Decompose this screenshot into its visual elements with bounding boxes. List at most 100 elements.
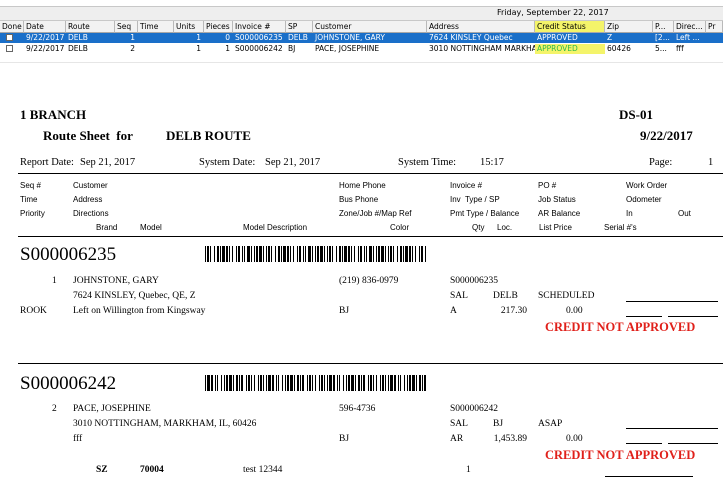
signature-line <box>626 428 718 429</box>
stop-job-status: SCHEDULED <box>538 291 595 301</box>
col-header-seq[interactable]: Seq <box>115 21 138 33</box>
legend-model-description: Model Description <box>243 223 308 232</box>
stop-invoice: S000006242 <box>450 404 499 414</box>
stop-directions: Left on Willington from Kingsway <box>73 306 206 316</box>
system-time: 15:17 <box>480 157 504 168</box>
date-banner: Friday, September 22, 2017 <box>0 6 723 21</box>
col-header-time[interactable]: Time <box>138 21 174 33</box>
legend-model: Model <box>140 223 162 232</box>
system-time-label: System Time: <box>398 157 457 168</box>
col-header-direc[interactable]: Direc... <box>674 21 706 33</box>
legend-color: Color <box>390 223 410 232</box>
cell-invoice: S000006235 <box>235 33 283 42</box>
invoice-barcode <box>205 375 429 391</box>
legend-directions: Directions <box>73 209 109 218</box>
cell-units: 1 <box>196 44 201 53</box>
credit-warning: CREDIT NOT APPROVED <box>545 320 696 334</box>
legend-customer: Customer <box>73 181 108 190</box>
legend-address: Address <box>73 195 103 204</box>
cell-p: [2... <box>655 33 670 42</box>
cell-time <box>138 33 174 43</box>
invoice-barcode <box>205 246 429 262</box>
report-date: Sep 21, 2017 <box>80 157 136 168</box>
stop-inv-type: SAL <box>450 419 468 429</box>
page-label: Page: <box>649 157 673 168</box>
legend-pmt-type: Pmt Type / Balance <box>450 209 520 218</box>
legend-brand: Brand <box>96 223 118 232</box>
in-line <box>626 316 662 317</box>
stop-balance: 1,453.89 <box>493 434 527 444</box>
item-brand: SZ <box>96 465 108 475</box>
col-header-pieces[interactable]: Pieces <box>204 21 233 33</box>
cell-seq: 2 <box>130 44 135 53</box>
legend-odometer: Odometer <box>626 195 662 204</box>
table-row[interactable]: 9/22/2017 DELB 1 1 0 S000006235 DELB JOH… <box>0 33 723 43</box>
cell-sp: DELB <box>288 33 308 42</box>
table-row[interactable]: 9/22/2017 DELB 2 1 1 S000006242 BJ PACE,… <box>0 44 723 54</box>
cell-zip: 60426 <box>607 44 631 53</box>
col-header-address[interactable]: Address <box>427 21 535 33</box>
item-model: 70004 <box>140 465 164 475</box>
cell-address: 3010 NOTTINGHAM MARKHAM <box>429 44 535 53</box>
stop-invoice-heading: S000006235 <box>20 244 117 265</box>
cell-credit-status: APPROVED <box>535 33 605 43</box>
cell-route: DELB <box>68 33 88 42</box>
route-date: 9/22/2017 <box>640 128 693 143</box>
col-header-units[interactable]: Units <box>174 21 204 33</box>
document-code: DS-01 <box>619 107 653 122</box>
out-line <box>668 316 718 317</box>
legend-zone: Zone/Job #/Map Ref <box>339 209 412 218</box>
legend-invoice: Invoice # <box>450 181 483 190</box>
col-header-customer[interactable]: Customer <box>313 21 427 33</box>
system-date: Sep 21, 2017 <box>265 157 321 168</box>
col-header-p[interactable]: P... <box>653 21 674 33</box>
stop-zone: BJ <box>339 434 350 444</box>
stop-customer: PACE, JOSEPHINE <box>73 404 151 414</box>
legend-in: In <box>626 209 633 218</box>
legend-list-price: List Price <box>539 223 572 232</box>
stop-ar-balance: 0.00 <box>566 306 583 316</box>
stop-directions: fff <box>73 434 83 444</box>
delivery-grid: Friday, September 22, 2017 Done Date Rou… <box>0 0 723 62</box>
col-header-date[interactable]: Date <box>24 21 66 33</box>
credit-warning: CREDIT NOT APPROVED <box>545 448 696 462</box>
stop-seq: 1 <box>52 276 57 286</box>
legend-time: Time <box>20 195 38 204</box>
col-header-sp[interactable]: SP <box>286 21 313 33</box>
cell-pieces: 1 <box>225 44 230 53</box>
legend-loc: Loc. <box>497 223 513 232</box>
cell-invoice: S000006242 <box>235 44 283 53</box>
stop-job-status: ASAP <box>538 419 563 429</box>
legend-ar-balance: AR Balance <box>538 209 581 218</box>
stop-invoice: S000006235 <box>450 276 499 286</box>
in-line <box>626 443 662 444</box>
cell-pr <box>706 44 723 54</box>
legend-serial: Serial #'s <box>604 223 637 232</box>
stop-sp: DELB <box>493 291 518 301</box>
stop-phone: (219) 836-0979 <box>339 276 399 286</box>
done-checkbox[interactable] <box>6 34 13 41</box>
stop-zone: BJ <box>339 306 350 316</box>
stop-sp: BJ <box>493 419 504 429</box>
col-header-done[interactable]: Done <box>0 21 24 33</box>
out-line <box>668 443 718 444</box>
serial-line <box>605 476 693 477</box>
col-header-invoice[interactable]: Invoice # <box>233 21 286 33</box>
cell-sp: BJ <box>288 44 296 53</box>
cell-pr <box>706 33 723 43</box>
stop-balance: 217.30 <box>500 306 527 316</box>
col-header-zip[interactable]: Zip <box>605 21 653 33</box>
col-header-route[interactable]: Route <box>66 21 115 33</box>
cell-credit-status: APPROVED <box>535 44 605 54</box>
legend-bus-phone: Bus Phone <box>339 195 379 204</box>
date-banner-text: Friday, September 22, 2017 <box>497 8 609 17</box>
col-header-credit-status[interactable]: Credit Status <box>535 21 605 33</box>
cell-seq: 1 <box>130 33 135 42</box>
cell-p: 5... <box>655 44 667 53</box>
done-checkbox[interactable] <box>6 45 13 52</box>
legend-job-status: Job Status <box>538 195 576 204</box>
cell-date: 9/22/2017 <box>26 33 65 42</box>
col-header-pr[interactable]: Pr <box>706 21 723 33</box>
cell-date: 9/22/2017 <box>26 44 65 53</box>
cell-zip: Z <box>607 33 613 42</box>
